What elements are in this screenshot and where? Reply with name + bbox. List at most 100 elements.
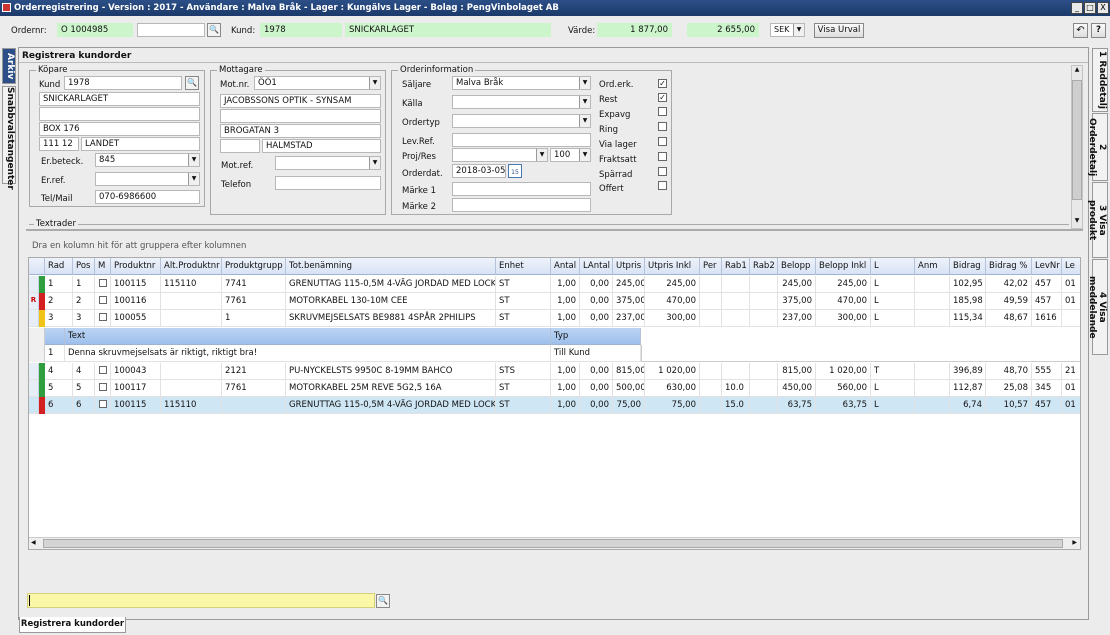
cell-m[interactable] <box>95 363 111 380</box>
scroll-down-icon[interactable]: ▼ <box>1072 217 1082 227</box>
ordernr-field[interactable]: O 1004985 <box>57 23 133 37</box>
kund-namn-field[interactable]: SNICKARLAGET <box>345 23 551 37</box>
column-header-utpris[interactable]: Utpris <box>613 258 645 275</box>
cell-produktgrupp[interactable]: 1 <box>222 310 286 327</box>
kopare-address1-input[interactable] <box>39 107 200 121</box>
cell-bidrag[interactable]: 115,34 <box>950 310 986 327</box>
cell-produktnr[interactable]: 100043 <box>111 363 161 380</box>
tab-arkiv[interactable]: Arkiv <box>2 48 16 84</box>
cell-produktgrupp[interactable] <box>222 397 286 414</box>
m-checkbox[interactable] <box>99 296 107 304</box>
quick-search-input[interactable] <box>27 593 375 608</box>
column-header-belopp-inkl[interactable]: Belopp Inkl <box>816 258 871 275</box>
cell-enhet[interactable]: ST <box>496 310 551 327</box>
cell-utpris-inkl[interactable]: 245,00 <box>645 276 700 293</box>
cell-alt-produktnr[interactable] <box>161 293 222 310</box>
m-checkbox[interactable] <box>99 279 107 287</box>
column-header-enhet[interactable]: Enhet <box>496 258 551 275</box>
erbeteck-select[interactable]: 845 ▼ <box>95 153 200 167</box>
cell-enhet[interactable]: ST <box>496 380 551 397</box>
cell-alt-produktnr[interactable] <box>161 363 222 380</box>
cell-antal[interactable]: 1,00 <box>551 310 580 327</box>
cell-rad[interactable]: 2 <box>45 293 73 310</box>
cell-antal[interactable]: 1,00 <box>551 380 580 397</box>
cell-utpris[interactable]: 245,00 <box>613 276 645 293</box>
cell-rad[interactable]: 4 <box>45 363 73 380</box>
cell-levnr[interactable]: 457 <box>1032 397 1062 414</box>
saljare-select[interactable]: Malva Bråk ▼ <box>452 76 591 90</box>
projres-select[interactable]: ▼ <box>452 148 548 162</box>
column-header-anm[interactable]: Anm <box>915 258 950 275</box>
cell-lantal[interactable]: 0,00 <box>580 293 613 310</box>
cell-produktgrupp[interactable]: 7761 <box>222 380 286 397</box>
column-header-alt-produktnr[interactable]: Alt.Produktnr <box>161 258 222 275</box>
splitter[interactable] <box>26 229 1083 231</box>
tab-registrera-kundorder[interactable]: Registrera kundorder <box>19 617 126 633</box>
cell-utpris-inkl[interactable]: 470,00 <box>645 293 700 310</box>
flag-ring-checkbox[interactable] <box>658 122 667 131</box>
tab-orderdetalj[interactable]: 2 Orderdetalj <box>1087 113 1108 181</box>
cell-lantal[interactable]: 0,00 <box>580 380 613 397</box>
cell-enhet[interactable]: ST <box>496 293 551 310</box>
cell-antal[interactable]: 1,00 <box>551 276 580 293</box>
kund-nr-field[interactable]: 1978 <box>260 23 342 37</box>
cell-levnr[interactable]: 345 <box>1032 380 1062 397</box>
projres-percent-select[interactable]: 100 ▼ <box>550 148 591 162</box>
cell-alt-produktnr[interactable] <box>161 310 222 327</box>
orderdat-input[interactable]: 2018-03-05 <box>452 164 506 178</box>
cell-per[interactable] <box>700 363 722 380</box>
flag-sparrad-checkbox[interactable] <box>658 167 667 176</box>
cell-belopp[interactable]: 815,00 <box>778 363 816 380</box>
cell-utpris[interactable]: 375,00 <box>613 293 645 310</box>
kopare-kund-input[interactable]: 1978 <box>64 76 182 90</box>
row-selector[interactable] <box>29 363 39 380</box>
column-header-utpris-inkl[interactable]: Utpris Inkl <box>645 258 700 275</box>
motnr-select[interactable]: ÖÖ1 ▼ <box>254 76 381 90</box>
column-header-rab1[interactable]: Rab1 <box>722 258 750 275</box>
cell-utpris[interactable]: 500,00 <box>613 380 645 397</box>
cell-enhet[interactable]: ST <box>496 276 551 293</box>
kopare-ort-input[interactable]: LANDET <box>81 137 200 151</box>
cell-belopp-inkl[interactable]: 1 020,00 <box>816 363 871 380</box>
cell-bidrag[interactable]: 185,98 <box>950 293 986 310</box>
cell-m[interactable] <box>95 276 111 293</box>
row-selector[interactable] <box>29 380 39 397</box>
cell-antal[interactable]: 1,00 <box>551 363 580 380</box>
cell-utpris[interactable]: 237,00 <box>613 310 645 327</box>
cell-levnr[interactable]: 457 <box>1032 276 1062 293</box>
marke2-input[interactable] <box>452 198 591 212</box>
telmail-input[interactable]: 070-6986600 <box>95 190 200 204</box>
scroll-up-icon[interactable]: ▲ <box>1072 66 1082 76</box>
cell-pos[interactable]: 4 <box>73 363 95 380</box>
ordernr-search-button[interactable]: 🔍 <box>207 23 221 37</box>
mottagare-address2-input[interactable]: BROGATAN 3 <box>220 124 381 138</box>
cell-rab1[interactable] <box>722 276 750 293</box>
cell-antal[interactable]: 1,00 <box>551 293 580 310</box>
cell-produktnr[interactable]: 100117 <box>111 380 161 397</box>
cell-m[interactable] <box>95 397 111 414</box>
column-header-rab2[interactable]: Rab2 <box>750 258 778 275</box>
cell-belopp-inkl[interactable]: 470,00 <box>816 293 871 310</box>
cell-rab2[interactable] <box>750 293 778 310</box>
column-header-antal[interactable]: Antal <box>551 258 580 275</box>
cell-produktnr[interactable]: 100116 <box>111 293 161 310</box>
column-header-per[interactable]: Per <box>700 258 722 275</box>
cell-pos[interactable]: 1 <box>73 276 95 293</box>
cell-utpris[interactable]: 815,00 <box>613 363 645 380</box>
erref-select[interactable]: ▼ <box>95 172 200 186</box>
cell-bidrag[interactable]: 396,89 <box>950 363 986 380</box>
mottagare-postnr-input[interactable] <box>220 139 260 153</box>
undo-button[interactable]: ↶ <box>1073 23 1088 38</box>
order-lines-grid[interactable]: ◀ ▶ Rad Pos M Produktnr Alt.Produktnr Produkt… <box>28 257 1081 550</box>
close-button[interactable]: X <box>1097 2 1109 14</box>
column-header-bidrag[interactable]: Bidrag % <box>986 258 1032 275</box>
column-header-produktgrupp[interactable]: Produktgrupp <box>222 258 286 275</box>
column-header-bidrag[interactable]: Bidrag <box>950 258 986 275</box>
cell-rad[interactable]: 5 <box>45 380 73 397</box>
tab-raddetalj[interactable]: 1 Raddetalj <box>1092 48 1108 112</box>
m-checkbox[interactable] <box>99 383 107 391</box>
cell-rab2[interactable] <box>750 363 778 380</box>
column-header-lantal[interactable]: LAntal <box>580 258 613 275</box>
cell-pos[interactable]: 3 <box>73 310 95 327</box>
telefon-input[interactable] <box>275 176 381 190</box>
